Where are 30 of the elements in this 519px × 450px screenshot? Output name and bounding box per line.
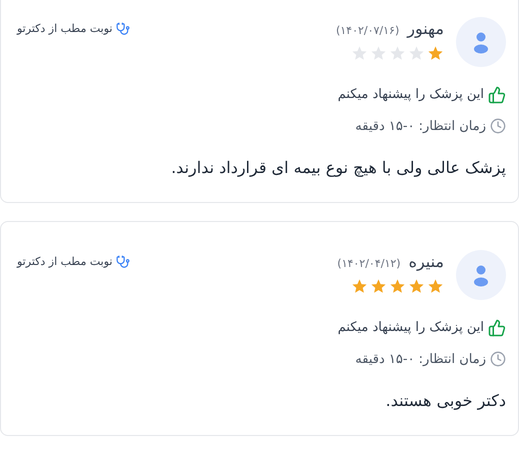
review-date: (۱۴۰۲/۰۴/۱۲) xyxy=(337,256,401,272)
clock-icon xyxy=(490,351,506,368)
star-icon xyxy=(389,278,406,295)
recommendation-text: این پزشک را پیشنهاد میکنم xyxy=(338,86,484,104)
source-label: نوبت مطب از دکترتو xyxy=(17,254,112,270)
star-icon xyxy=(351,45,368,62)
wait-time: زمان انتظار: ۰-۱۵ دقیقه xyxy=(355,118,486,136)
star-icon xyxy=(351,278,368,295)
star-icon xyxy=(427,278,444,295)
review-comment: دکتر خوبی هستند. xyxy=(384,390,506,412)
reviewer-name: منیره xyxy=(408,251,444,273)
thumbs-up-icon xyxy=(488,318,506,337)
star-icon xyxy=(408,278,425,295)
star-icon xyxy=(370,278,387,295)
thumbs-up-icon xyxy=(488,86,506,104)
stethoscope-icon xyxy=(116,255,130,270)
recommendation-text: این پزشک را پیشنهاد میکنم xyxy=(338,319,484,337)
avatar-icon xyxy=(456,250,506,300)
reviewer-name: مهنور xyxy=(407,18,444,40)
stethoscope-icon xyxy=(116,22,130,36)
star-icon xyxy=(427,45,444,62)
clock-icon xyxy=(490,118,506,134)
star-icon xyxy=(389,45,406,62)
star-icon xyxy=(370,45,387,62)
source-label: نوبت مطب از دکترتو xyxy=(17,21,112,37)
avatar-icon xyxy=(456,17,506,67)
review-date: (۱۴۰۲/۰۷/۱۶) xyxy=(336,23,400,39)
review-comment: پزشک عالی ولی با هیچ نوع بیمه ای قرارداد ندارند. xyxy=(170,157,506,179)
wait-time: زمان انتظار: ۰-۱۵ دقیقه xyxy=(355,350,486,368)
star-icon xyxy=(408,45,425,62)
